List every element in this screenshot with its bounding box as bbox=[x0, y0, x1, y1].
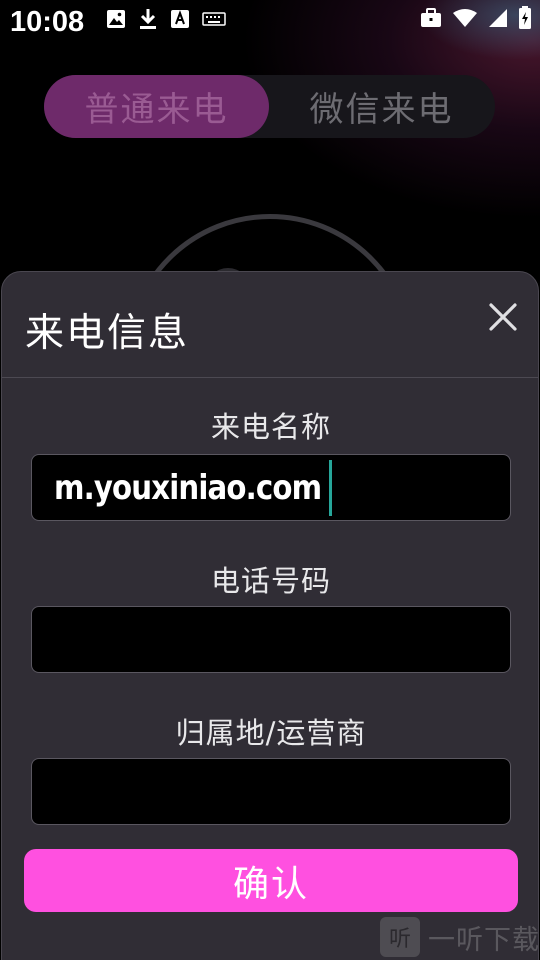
status-time: 10:08 bbox=[10, 6, 85, 38]
text-caret bbox=[328, 459, 332, 516]
image-icon bbox=[106, 9, 126, 29]
location-carrier-input[interactable] bbox=[31, 758, 511, 825]
phone-number-label: 电话号码 bbox=[210, 564, 331, 598]
confirm-button[interactable]: 确认 bbox=[24, 849, 518, 912]
wifi-icon bbox=[452, 8, 478, 28]
watermark-logo: 听 bbox=[380, 917, 420, 957]
call-type-tabs: 普通来电 微信来电 bbox=[44, 75, 495, 138]
keyboard-icon bbox=[202, 11, 226, 27]
phone-number-input[interactable] bbox=[31, 606, 511, 673]
location-carrier-label: 归属地/运营商 bbox=[175, 716, 367, 750]
battery-charging-icon bbox=[518, 6, 532, 30]
status-system-icons bbox=[420, 6, 532, 30]
sheet-divider bbox=[2, 377, 538, 378]
close-icon bbox=[489, 303, 517, 331]
sheet-title: 来电信息 bbox=[25, 311, 190, 356]
phone-screen: 10:08 普通来电 微信来电 来电信息 来电名称 m.youxiniao.co… bbox=[0, 0, 540, 960]
close-button[interactable] bbox=[486, 300, 520, 334]
download-icon bbox=[138, 8, 158, 30]
tab-wechat-call[interactable]: 微信来电 bbox=[269, 75, 494, 138]
status-bar: 10:08 bbox=[0, 0, 540, 44]
font-icon bbox=[170, 9, 190, 29]
tab-normal-call[interactable]: 普通来电 bbox=[44, 75, 269, 138]
caller-name-label: 来电名称 bbox=[210, 410, 331, 444]
caller-name-input[interactable]: m.youxiniao.com bbox=[31, 454, 511, 521]
status-notification-icons bbox=[106, 8, 226, 30]
watermark: 听 一听下载 bbox=[380, 915, 540, 959]
call-info-sheet: 来电信息 来电名称 m.youxiniao.com 电话号码 归属地/运营商 确… bbox=[1, 271, 539, 960]
watermark-text: 一听下载 bbox=[428, 924, 540, 956]
briefcase-icon bbox=[420, 8, 442, 28]
caller-name-value: m.youxiniao.com bbox=[54, 467, 322, 508]
signal-icon bbox=[488, 8, 508, 28]
